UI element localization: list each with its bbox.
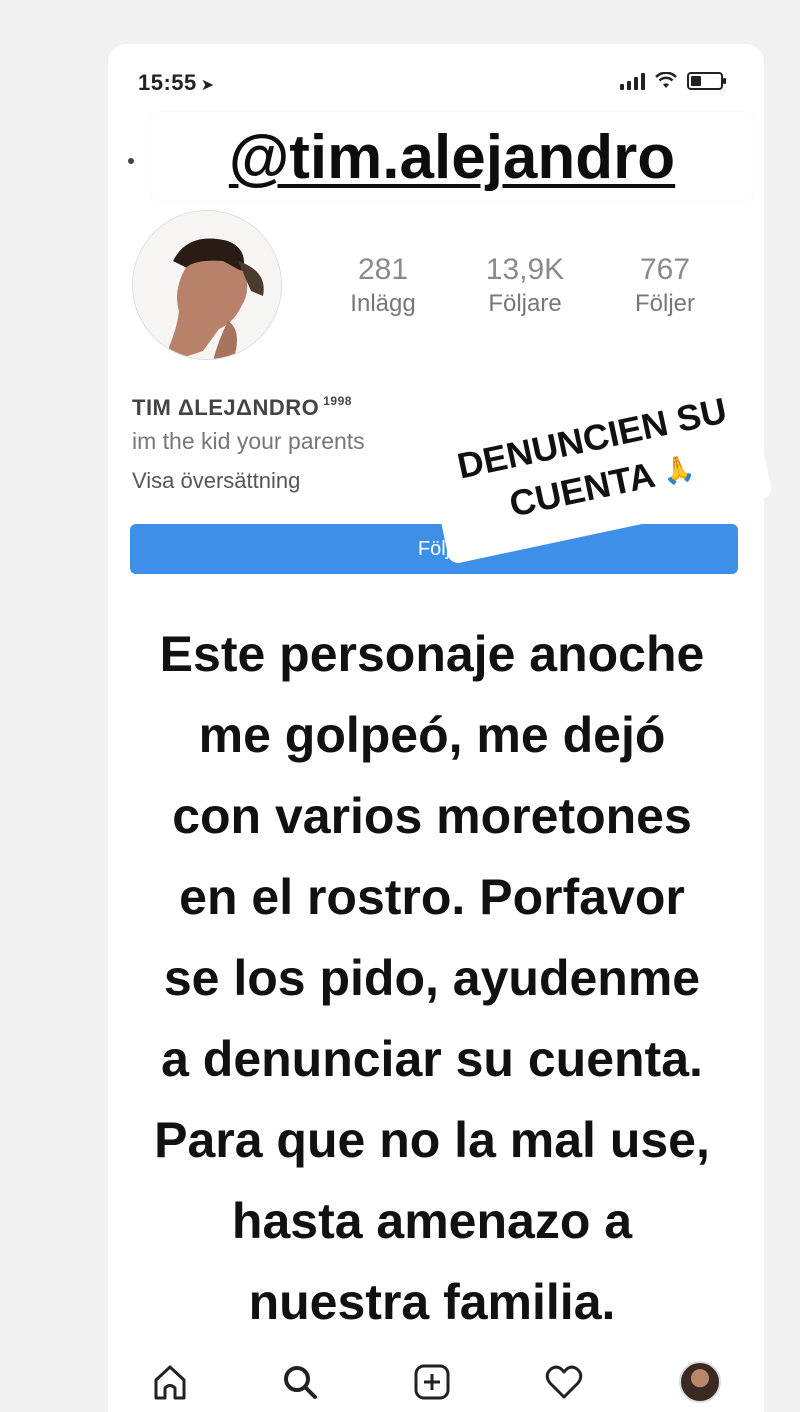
home-icon[interactable] [146,1358,194,1406]
profile-tab-avatar [679,1361,721,1403]
status-indicators [620,72,726,90]
back-icon[interactable] [128,158,134,164]
profile-name-text: TIM ΔLEJΔNDRO [132,395,320,420]
praying-hands-icon: 🙏 [658,451,697,488]
signal-icon [620,72,645,90]
status-time-text: 15:55 [138,70,197,95]
stat-followers[interactable]: 13,9K Följare [460,252,590,320]
battery-icon [687,72,726,90]
followers-count: 13,9K [485,253,565,286]
posts-count: 281 [357,253,409,286]
status-time: 15:55 ➤ [138,70,215,96]
avatar-photo [133,211,281,359]
posts-label: Inlägg [350,290,416,317]
profile-name-sup: 1998 [323,394,352,408]
message-line: nuestra familia. [236,1260,628,1344]
message-line: Este personaje anoche [147,612,717,696]
message-line: en el rostro. Porfavor [167,855,697,939]
profile-handle: @tim.alejandro [228,122,676,192]
search-icon[interactable] [276,1358,324,1406]
handle-sticker: @tim.alejandro [150,112,754,202]
following-label: Följer [634,290,695,317]
add-post-icon[interactable] [408,1358,456,1406]
profile-avatar[interactable] [132,210,282,360]
follow-button[interactable]: Följ [130,524,738,574]
profile-name: TIM ΔLEJΔNDRO 1998 [132,394,352,421]
message-line: hasta amenazo a [219,1179,645,1263]
message-line: con varios moretones [160,774,704,858]
profile-bio: im the kid your parents [132,428,365,454]
followers-label: Följare [488,290,562,317]
heart-icon[interactable] [540,1358,588,1406]
location-icon: ➤ [200,77,215,94]
message-line: Para que no la mal use, [142,1098,722,1182]
wifi-icon [655,72,677,88]
message-line: a denunciar su cuenta. [149,1017,715,1101]
message-line: me golpeó, me dejó [186,693,678,777]
stat-following[interactable]: 767 Följer [600,252,730,320]
following-count: 767 [639,253,691,286]
profile-tab[interactable] [676,1358,724,1406]
story-message: Este personaje anoche me golpeó, me dejó… [96,612,768,1344]
message-line: se los pido, ayudenme [151,936,713,1020]
stat-posts[interactable]: 281 Inlägg [318,252,448,320]
translate-link[interactable]: Visa översättning [132,468,300,494]
